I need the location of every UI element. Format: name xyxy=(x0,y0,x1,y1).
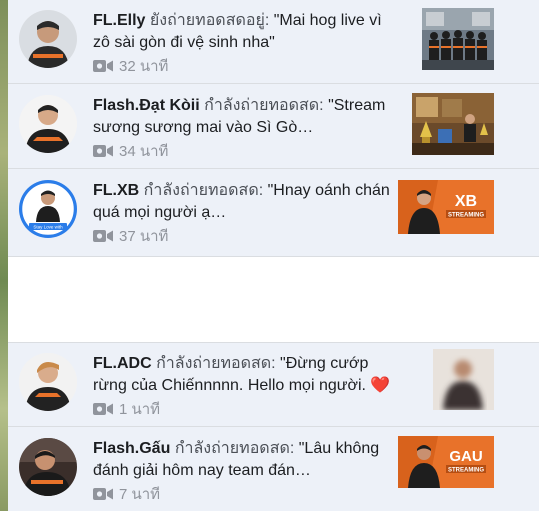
video-camera-icon xyxy=(93,403,113,415)
status-text: กำลังถ่ายทอดสด: xyxy=(143,182,264,199)
streamer-name[interactable]: FL.ADC xyxy=(93,355,152,372)
status-text: กำลังถ่ายทอดสด: xyxy=(204,97,324,114)
timestamp: 34 นาที xyxy=(119,143,169,160)
streamer-name[interactable]: FL.Elly xyxy=(93,12,145,29)
thumbnail-team-photo[interactable] xyxy=(422,8,494,70)
streamer-name[interactable]: Flash.Đạt Kòii xyxy=(93,97,200,114)
video-camera-icon xyxy=(93,145,113,157)
timestamp: 37 นาที xyxy=(119,228,169,245)
thumbnail-streaming-banner[interactable]: GAU STREAMING xyxy=(398,436,494,488)
video-camera-icon xyxy=(93,488,113,500)
timestamp: 32 นาที xyxy=(119,58,169,75)
notification-meta: 32 นาที xyxy=(93,56,168,76)
thumbnail-blurred-person[interactable] xyxy=(433,349,494,410)
timestamp: 7 นาที xyxy=(119,486,161,503)
notification-item[interactable]: FL.Elly ยังถ่ายทอดสดอยู่: "Mai hog live … xyxy=(8,0,539,84)
thumbnail-streaming-banner[interactable]: XB STREAMING xyxy=(398,180,494,234)
avatar[interactable]: Stay Love with xyxy=(19,180,77,238)
notification-meta: 37 นาที xyxy=(93,226,168,246)
video-camera-icon xyxy=(93,230,113,242)
avatar[interactable] xyxy=(19,438,77,496)
notification-item[interactable]: Flash.Đạt Kòii กำลังถ่ายทอดสด: "Stream s… xyxy=(8,85,539,169)
notification-text: Flash.Đạt Kòii กำลังถ่ายทอดสด: "Stream s… xyxy=(93,95,393,139)
avatar[interactable] xyxy=(19,353,77,411)
banner-subtitle: STREAMING xyxy=(448,468,484,474)
banner-title: XB xyxy=(455,193,477,210)
notification-text: FL.ADC กำลังถ่ายทอดสด: "Đừng cướp rừng c… xyxy=(93,353,393,397)
status-text: ยังถ่ายทอดสดอยู่: xyxy=(149,12,270,29)
streamer-name[interactable]: FL.XB xyxy=(93,182,139,199)
notification-item[interactable]: Stay Love with FL.XB กำลังถ่ายทอดสด: "Hn… xyxy=(8,170,539,257)
notification-text: Flash.Gấu กำลังถ่ายทอดสด: "Lâu không đán… xyxy=(93,438,393,482)
notification-meta: 34 นาที xyxy=(93,141,168,161)
notification-item[interactable]: Flash.Gấu กำลังถ่ายทอดสด: "Lâu không đán… xyxy=(8,428,539,511)
banner-title: GAU xyxy=(449,448,482,465)
heart-emoji: ❤️ xyxy=(370,377,391,394)
avatar[interactable] xyxy=(19,95,77,153)
notification-text: FL.Elly ยังถ่ายทอดสดอยู่: "Mai hog live … xyxy=(93,10,393,54)
status-text: กำลังถ่ายทอดสด: xyxy=(174,440,295,457)
timestamp: 1 นาที xyxy=(119,401,161,418)
notification-meta: 7 นาที xyxy=(93,484,160,504)
notification-meta: 1 นาที xyxy=(93,399,160,419)
empty-panel xyxy=(8,257,539,343)
avatar-badge-text: Stay Love with xyxy=(33,225,63,230)
notification-text: FL.XB กำลังถ่ายทอดสด: "Hnay oánh chán qu… xyxy=(93,180,393,224)
video-camera-icon xyxy=(93,60,113,72)
avatar[interactable] xyxy=(19,10,77,68)
thumbnail-trophy-room[interactable] xyxy=(412,93,494,155)
notification-item[interactable]: FL.ADC กำลังถ่ายทอดสด: "Đừng cướp rừng c… xyxy=(8,343,539,427)
streamer-name[interactable]: Flash.Gấu xyxy=(93,440,170,457)
banner-subtitle: STREAMING xyxy=(448,213,484,219)
status-text: กำลังถ่ายทอดสด: xyxy=(156,355,276,372)
